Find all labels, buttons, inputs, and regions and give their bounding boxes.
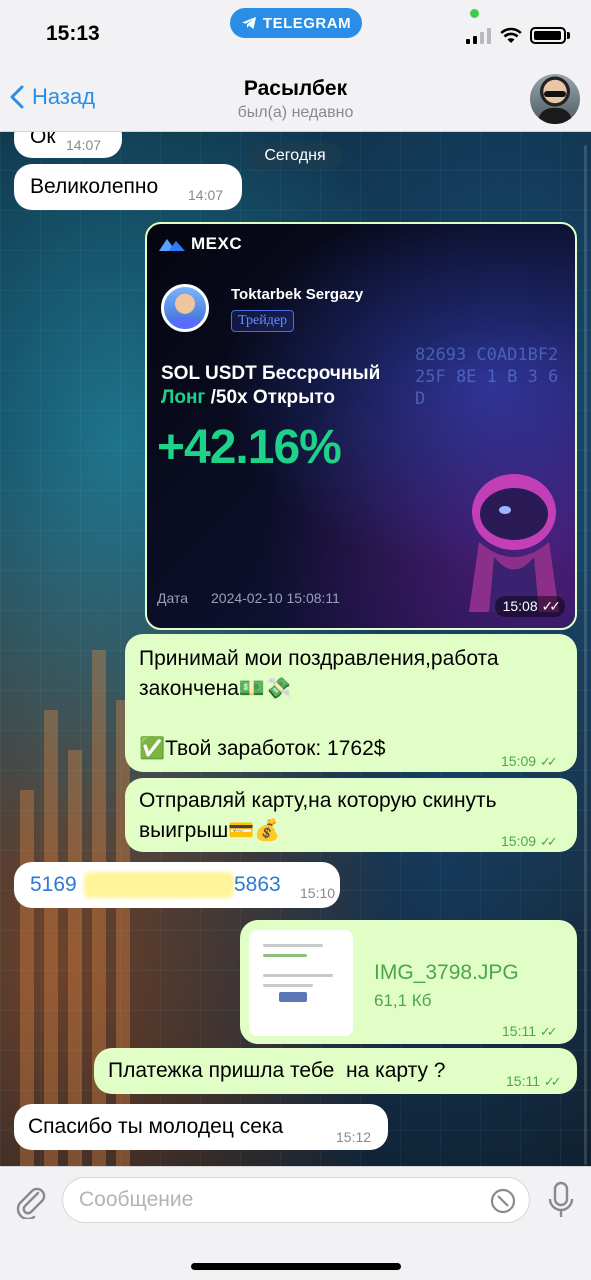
- file-name[interactable]: IMG_3798.JPG: [374, 958, 519, 988]
- avatar-glasses: [544, 91, 566, 97]
- battery-icon: [530, 27, 566, 44]
- trader-avatar: [161, 284, 209, 332]
- trade-leverage: /50x Открыто: [205, 387, 335, 408]
- message-time-text: 15:09: [501, 753, 537, 769]
- message-time-text: 15:11: [506, 1073, 540, 1089]
- message-input-bar: [0, 1166, 591, 1280]
- message-time: 15:09 ✓✓: [501, 826, 558, 857]
- message-time: 14:07: [66, 137, 102, 153]
- telegram-pill[interactable]: TELEGRAM: [230, 8, 362, 38]
- card-number-end[interactable]: 5863: [234, 870, 281, 900]
- mexc-brand: MEXC: [191, 234, 243, 253]
- double-check-icon: ✓✓: [539, 1024, 558, 1039]
- file-thumbnail[interactable]: [249, 930, 353, 1036]
- message-time-text: 15:11: [502, 1023, 536, 1039]
- message-bubble-incoming[interactable]: Великолепно 14:07: [14, 164, 242, 210]
- chat-header: Назад Расылбек был(а) недавно: [0, 66, 591, 132]
- clock: 15:13: [46, 22, 100, 45]
- date-separator: Сегодня: [248, 143, 342, 169]
- thumbnail-line: [263, 944, 323, 947]
- double-check-icon: ✓✓: [539, 754, 558, 769]
- message-time: 15:11 ✓✓: [502, 1016, 558, 1047]
- message-text: Спасибо ты молодец сека: [28, 1115, 284, 1138]
- message-field[interactable]: [62, 1177, 530, 1223]
- message-text: Платежка пришла тебе на карту ?: [108, 1059, 446, 1082]
- cellular-signal-icon: [466, 28, 491, 44]
- message-bubble-incoming[interactable]: Спасибо ты молодец сека 15:12: [14, 1104, 388, 1150]
- message-bubble-outgoing-file[interactable]: IMG_3798.JPG 61,1 Кб 15:11 ✓✓: [240, 920, 577, 1044]
- wifi-icon: [500, 27, 522, 43]
- double-check-icon: ✓✓: [541, 598, 562, 614]
- message-bubble-incoming[interactable]: 5169 5863 15:10: [14, 862, 340, 908]
- message-text-line: закончена💵💸: [139, 677, 292, 700]
- trade-pair-line2: Лонг /50x Открыто: [161, 386, 380, 410]
- trader-tag: Трейдер: [231, 310, 295, 332]
- avatar-shirt: [538, 108, 572, 124]
- status-bar: 15:13 TELEGRAM: [0, 0, 591, 66]
- privacy-indicator: [470, 9, 479, 18]
- message-input[interactable]: [79, 1178, 479, 1222]
- trade-date-value: 2024-02-10 15:08:11: [211, 590, 340, 606]
- message-time: 15:10: [300, 885, 336, 901]
- microphone-icon[interactable]: [546, 1181, 576, 1221]
- thumbnail-stamp: [279, 992, 307, 1002]
- wallpaper-bar: [44, 710, 58, 1170]
- robot-mascot-image: [469, 474, 559, 612]
- chat-scrollbar[interactable]: [584, 145, 587, 1165]
- contact-status: был(а) недавно: [237, 104, 354, 121]
- battery-nub: [567, 32, 570, 39]
- wallpaper-bar: [116, 700, 130, 1170]
- thumbnail-line: [263, 974, 333, 977]
- trade-pair: SOL USDT Бессрочный Лонг /50x Открыто: [161, 362, 380, 410]
- thumbnail-line: [263, 984, 313, 987]
- telegram-pill-label: TELEGRAM: [262, 14, 352, 32]
- message-time: 15:12: [336, 1129, 372, 1145]
- card-number-start[interactable]: 5169: [30, 870, 77, 900]
- message-text-line: Принимай мои поздравления,работа: [139, 647, 499, 670]
- message-time-text: 15:09: [501, 833, 537, 849]
- message-time: 15:08 ✓✓: [494, 596, 565, 617]
- telegram-icon: [241, 17, 256, 29]
- message-time: 15:11 ✓✓: [506, 1066, 562, 1097]
- message-text-line: ✅Твой заработок: 1762$: [139, 737, 386, 760]
- message-bubble-outgoing[interactable]: Принимай мои поздравления,работа законче…: [125, 634, 577, 772]
- trader-name: Toktarbek Sergazy: [231, 286, 364, 303]
- thumbnail-line: [263, 954, 307, 957]
- message-time: 15:09 ✓✓: [501, 746, 558, 777]
- paperclip-icon[interactable]: [14, 1181, 46, 1219]
- message-time: 14:07: [188, 187, 224, 203]
- sticker-icon[interactable]: [490, 1188, 516, 1214]
- message-time-text: 15:08: [502, 598, 538, 614]
- message-bubble-outgoing[interactable]: Отправляй карту,на которую скинуть выигр…: [125, 778, 577, 852]
- home-indicator[interactable]: [191, 1263, 401, 1270]
- trade-pair-line1: SOL USDT Бессрочный: [161, 363, 381, 384]
- trade-date-label: Дата: [157, 590, 189, 606]
- message-bubble-outgoing[interactable]: Платежка пришла тебе на карту ? 15:11 ✓✓: [94, 1048, 577, 1094]
- trade-direction: Лонг: [161, 387, 206, 408]
- message-text-line: выигрыш💳💰: [139, 819, 281, 842]
- message-text-line: Отправляй карту,на которую скинуть: [139, 789, 497, 812]
- double-check-icon: ✓✓: [539, 834, 558, 849]
- double-check-icon: ✓✓: [543, 1074, 562, 1089]
- mexc-logo: MEXC: [159, 234, 242, 254]
- message-text: Великолепно: [30, 175, 159, 198]
- trade-pnl: +42.16%: [157, 421, 342, 474]
- redaction-highlight: [84, 872, 234, 898]
- contact-name[interactable]: Расылбек: [0, 77, 591, 101]
- mexc-mountain-icon: [159, 239, 185, 251]
- contact-avatar[interactable]: [530, 74, 580, 124]
- file-size: 61,1 Кб: [374, 991, 432, 1010]
- message-image-mexc-card[interactable]: 82693 C0AD1BF2 25F 8E 1 B 3 6 D MEXC Tok…: [145, 222, 577, 630]
